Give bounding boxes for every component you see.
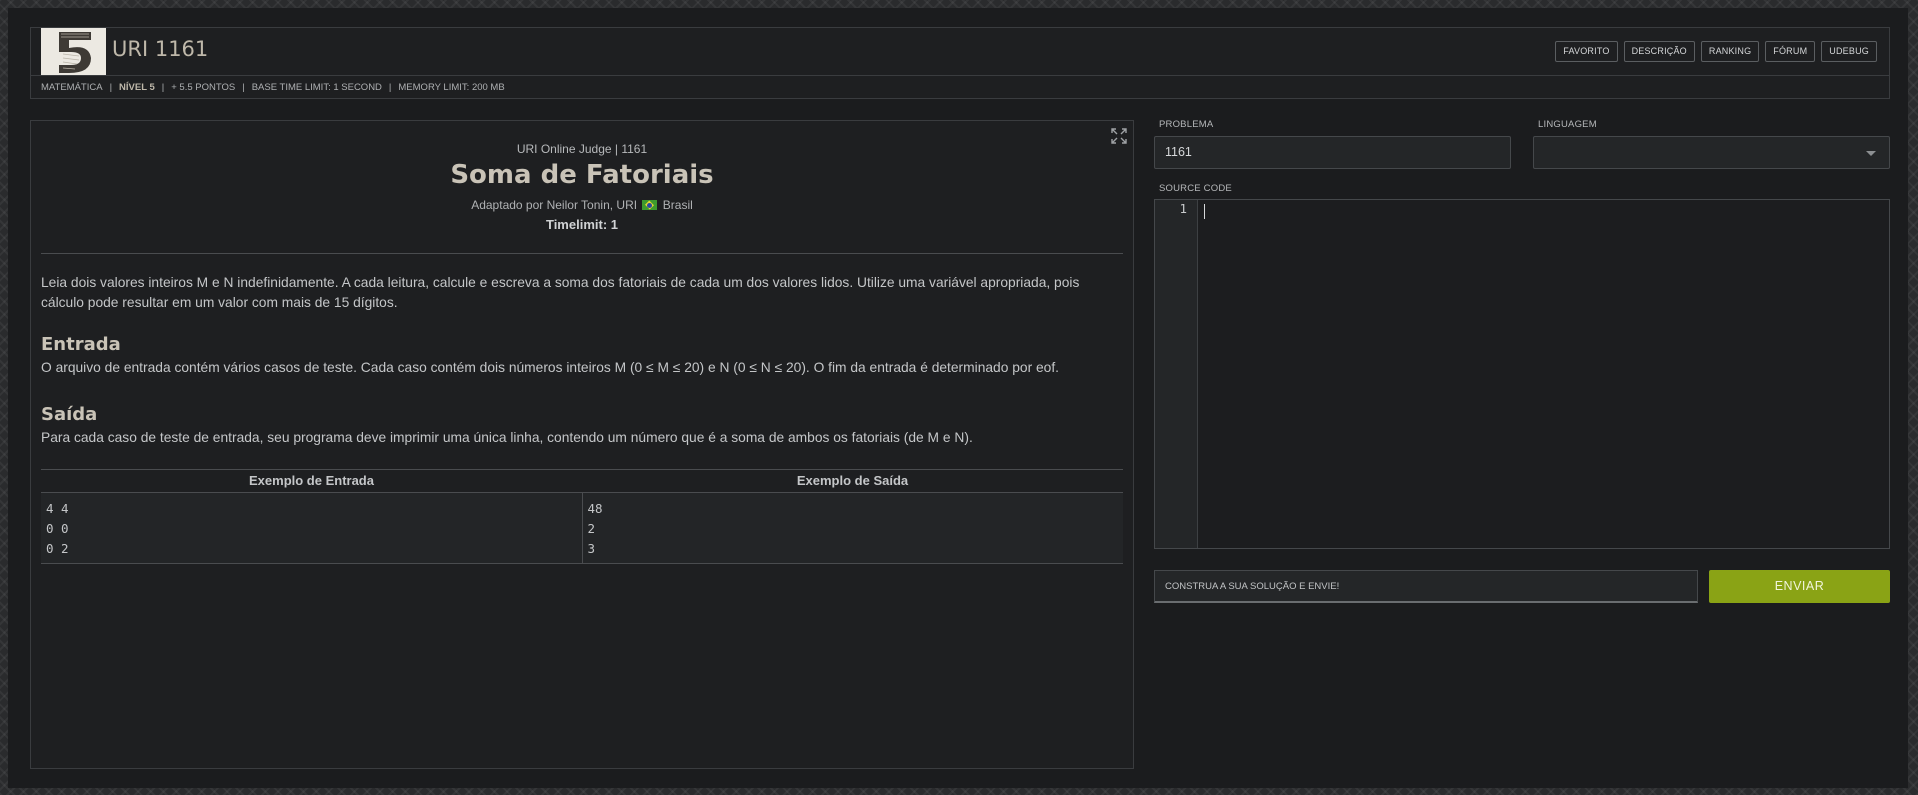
source-code-editor[interactable]: 1 xyxy=(1154,199,1890,549)
level-5-logo xyxy=(41,28,106,75)
meta-separator: | xyxy=(161,82,165,93)
problem-id-input[interactable]: 1161 xyxy=(1154,136,1511,169)
problem-statement: Leia dois valores inteiros M e N indefin… xyxy=(41,275,1080,310)
examples-table: Exemplo de Entrada Exemplo de Saída 4 4 … xyxy=(41,469,1123,564)
text-cursor xyxy=(1204,204,1205,219)
editor-gutter: 1 xyxy=(1155,200,1198,548)
brazil-flag-icon xyxy=(642,200,658,210)
source-code-label: SOURCE CODE xyxy=(1159,183,1232,194)
line-number: 1 xyxy=(1179,201,1187,216)
problem-id-title: URI 1161 xyxy=(112,37,209,61)
example-input-cell: 4 4 0 0 0 2 xyxy=(41,493,582,563)
chevron-down-icon xyxy=(1866,151,1876,156)
language-select[interactable] xyxy=(1533,136,1890,169)
problem-title: Soma de Fatoriais xyxy=(450,160,714,190)
example-output-header: Exemplo de Saída xyxy=(796,473,909,488)
adapted-by-line: Adaptado por Neilor Tonin, URI Brasil xyxy=(31,198,1133,212)
time-limit-label: BASE TIME LIMIT: 1 SECOND xyxy=(251,82,382,93)
memory-limit-label: MEMORY LIMIT: 200 MB xyxy=(398,82,505,93)
problem-field-label: PROBLEMA xyxy=(1159,119,1214,130)
meta-separator: | xyxy=(109,82,113,93)
level-label: NÍVEL 5 xyxy=(119,82,155,93)
header-top: URI 1161 FAVORITO DESCRIÇÃO RANKING FÓRU… xyxy=(31,28,1889,75)
timelimit-text: Timelimit: 1 xyxy=(545,217,618,232)
udebug-button[interactable]: UDEBUG xyxy=(1821,41,1877,62)
header-buttons: FAVORITO DESCRIÇÃO RANKING FÓRUM UDEBUG xyxy=(1555,41,1877,62)
example-input-line: 0 2 xyxy=(46,541,69,556)
submit-button[interactable]: ENVIAR xyxy=(1709,570,1890,603)
problem-meta-bar: MATEMÁTICA | NÍVEL 5 | + 5.5 PONTOS | BASE TIM… xyxy=(31,75,1889,99)
meta-separator: | xyxy=(242,82,245,93)
adapted-by-text: Adaptado por Neilor Tonin, URI xyxy=(471,198,638,212)
example-output-line: 2 xyxy=(587,521,596,536)
output-heading: Saída xyxy=(41,404,98,425)
category-label: MATEMÁTICA xyxy=(41,82,103,93)
problem-header: URI 1161 FAVORITO DESCRIÇÃO RANKING FÓRU… xyxy=(30,27,1890,99)
example-output-line: 3 xyxy=(587,541,596,556)
submission-hint: CONSTRUA A SUA SOLUÇÃO E ENVIE! xyxy=(1154,570,1698,603)
example-input-line: 0 0 xyxy=(46,521,69,536)
input-description: O arquivo de entrada contém vários casos… xyxy=(41,360,1060,375)
meta-separator: | xyxy=(388,82,392,93)
ranking-button[interactable]: RANKING xyxy=(1700,41,1760,62)
language-field-label: LINGUAGEM xyxy=(1538,119,1597,130)
example-output-line: 48 xyxy=(587,501,603,516)
input-heading: Entrada xyxy=(41,334,121,355)
favorite-button[interactable]: FAVORITO xyxy=(1555,41,1618,62)
country-text: Brasil xyxy=(662,198,693,212)
description-button[interactable]: DESCRIÇÃO xyxy=(1623,41,1695,62)
points-label: + 5.5 PONTOS xyxy=(171,82,236,93)
example-output-cell: 48 2 3 xyxy=(581,493,1124,563)
level-5-logo-icon xyxy=(41,28,106,75)
output-description: Para cada caso de teste de entrada, seu … xyxy=(41,430,973,445)
forum-button[interactable]: FÓRUM xyxy=(1765,41,1816,62)
example-input-header: Exemplo de Entrada xyxy=(249,473,374,488)
divider xyxy=(41,253,1123,254)
examples-header-row: Exemplo de Entrada Exemplo de Saída xyxy=(41,470,1123,493)
examples-body-row: 4 4 0 0 0 2 48 2 3 xyxy=(41,493,1123,564)
judge-line: URI Online Judge | 1161 xyxy=(516,142,648,156)
problem-description-panel: URI Online Judge | 1161 Soma de Fatoriai… xyxy=(30,120,1134,769)
example-input-line: 4 4 xyxy=(46,501,69,516)
